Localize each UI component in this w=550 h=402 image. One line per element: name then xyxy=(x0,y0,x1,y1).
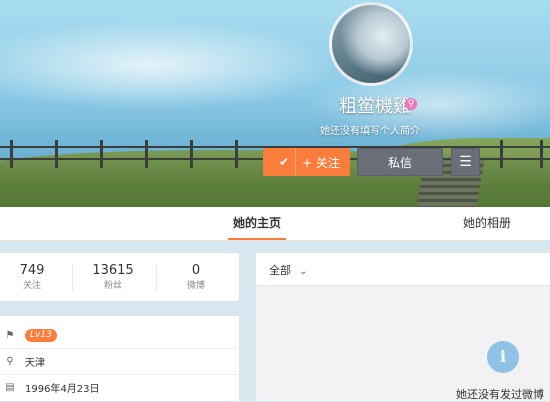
stat-divider xyxy=(72,265,73,291)
birthday-text: 1996年4月23日 xyxy=(25,383,100,395)
cover-banner: 粗鲎機雞 ⚲ 她还没有填写个人简介 ✔ + 关注 私信 ☰ xyxy=(0,0,550,207)
empty-feed-message: 她还没有发过微博 xyxy=(456,388,544,401)
hamburger-icon: ☰ xyxy=(459,154,472,170)
tab-home[interactable]: 她的主页 xyxy=(228,207,286,240)
message-button[interactable]: 私信 xyxy=(357,148,443,176)
feed-filter-label: 全部 xyxy=(269,264,291,277)
level-badge[interactable]: Lv13 xyxy=(25,328,57,342)
feed-panel: 全部 ⌄ i 她还没有发过微博 xyxy=(256,253,550,401)
username: 粗鲎機雞 xyxy=(339,96,411,117)
bookmark-icon: ⚑ xyxy=(5,329,15,341)
cake-icon: ▤ xyxy=(5,381,15,393)
info-row-location: ⚲ 天津 xyxy=(0,348,239,375)
feed-header: 全部 ⌄ xyxy=(256,253,550,286)
message-button-label: 私信 xyxy=(387,155,412,170)
follow-button-label: + 关注 xyxy=(302,155,340,170)
feed-filter-dropdown[interactable]: 全部 ⌄ xyxy=(269,262,307,278)
profile-tab-bar: 她的主页 她的相册 xyxy=(0,207,550,241)
vip-badge-icon[interactable]: ⚲ xyxy=(405,98,417,110)
info-row-level: ⚑ Lv13 xyxy=(0,322,239,349)
profile-info-card: ⚑ Lv13 ⚲ 天津 ▤ 1996年4月23日 xyxy=(0,316,239,401)
location-text: 天津 xyxy=(25,357,45,369)
stat-divider xyxy=(156,265,157,291)
profile-intro: 她还没有填写个人简介 xyxy=(320,126,420,137)
stat-value: 749 xyxy=(19,263,45,278)
stat-weibo[interactable]: 0 微博 xyxy=(166,263,226,293)
info-row-birthday: ▤ 1996年4月23日 xyxy=(0,374,239,400)
stats-card: 749 关注 13615 粉丝 0 微博 xyxy=(0,253,239,301)
stat-label: 粉丝 xyxy=(103,281,122,291)
stat-label: 关注 xyxy=(22,281,41,291)
follow-button[interactable]: ✔ + 关注 xyxy=(263,148,350,176)
more-menu-button[interactable]: ☰ xyxy=(451,148,480,176)
chevron-down-icon: ⌄ xyxy=(299,266,308,277)
cover-cloud xyxy=(0,20,340,110)
stat-following[interactable]: 749 关注 xyxy=(2,263,62,293)
tab-album[interactable]: 她的相册 xyxy=(456,207,518,240)
stat-value: 13615 xyxy=(92,263,134,278)
stat-value: 0 xyxy=(191,263,201,278)
stat-label: 微博 xyxy=(186,281,205,291)
stat-followers[interactable]: 13615 粉丝 xyxy=(83,263,143,293)
info-icon: i xyxy=(487,341,519,373)
check-icon: ✔ xyxy=(273,148,297,176)
location-pin-icon: ⚲ xyxy=(6,355,14,367)
avatar[interactable] xyxy=(329,2,413,86)
